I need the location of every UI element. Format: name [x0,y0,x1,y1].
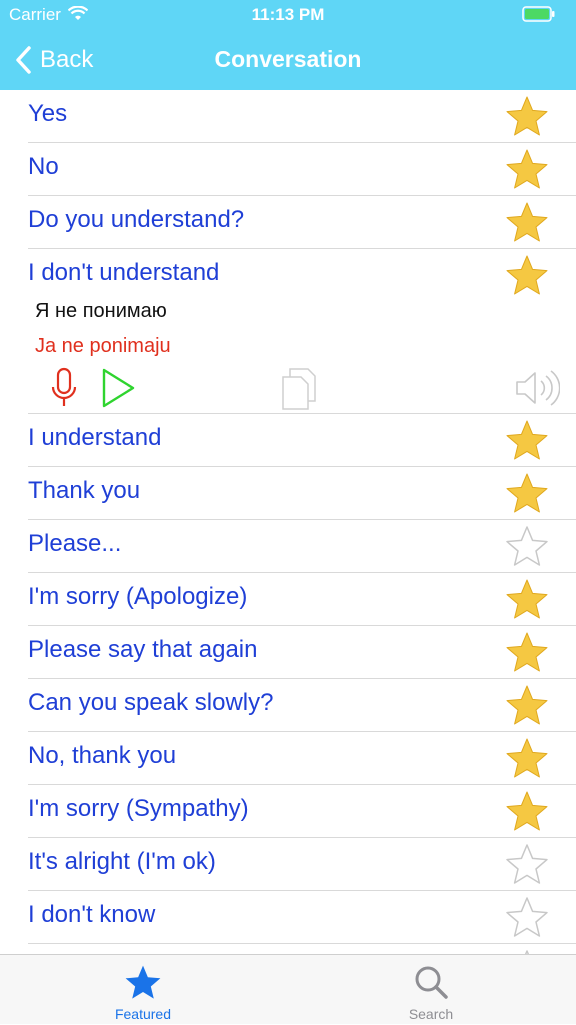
phrase-text: Please... [28,530,122,557]
star-filled-icon[interactable] [504,630,550,676]
phrase-row[interactable]: I'm sorry (Apologize) [28,573,576,626]
phrase-text: No [28,153,59,180]
tab-label: Featured [114,1006,172,1022]
phrase-text: I don't know [28,901,156,928]
status-bar: Carrier 11:13 PM [0,0,576,30]
phrase-row[interactable]: Can you speak slowly? [28,679,576,732]
phrase-row[interactable]: I'm sorry (Sympathy) [28,785,576,838]
star-filled-icon[interactable] [504,147,550,193]
star-filled-icon[interactable] [504,789,550,835]
phrase-actions [28,367,576,410]
copy-icon[interactable] [280,367,318,416]
speaker-icon[interactable] [514,367,561,414]
magnifier-icon [411,963,451,1003]
phrase-row[interactable] [28,944,576,954]
phrase-row[interactable]: Do you understand? [28,196,576,249]
star-filled-icon[interactable] [504,418,550,464]
phrase-row[interactable]: Thank you [28,467,576,520]
star-filled-icon[interactable] [504,253,550,299]
star-outline-icon[interactable] [504,842,550,888]
phrase-row[interactable]: It's alright (I'm ok) [28,838,576,891]
phrase-row[interactable]: Please say that again [28,626,576,679]
star-filled-icon[interactable] [504,471,550,517]
star-outline-icon[interactable] [504,524,550,570]
phrase-text: It's alright (I'm ok) [28,848,216,875]
phrase-list[interactable]: Yes No Do you understand? I don't understan… [0,90,576,954]
tab-bar: Featured Search [0,954,576,1024]
transliteration-text: Ja ne ponimaju [35,335,171,357]
star-icon [123,963,163,1003]
star-filled-icon[interactable] [504,683,550,729]
tab-featured[interactable]: Featured [63,955,223,1025]
battery-icon [522,6,556,27]
tab-label: Search [408,1006,454,1022]
phrase-row[interactable]: I don't know [28,891,576,944]
play-icon[interactable] [100,367,136,414]
phrase-text: Do you understand? [28,206,245,233]
phrase-text: Thank you [28,477,141,504]
status-time: 11:13 PM [251,5,325,24]
star-outline-icon[interactable] [504,895,550,941]
star-filled-icon[interactable] [504,94,550,140]
navigation-bar: Back Conversation [0,30,576,90]
page-title: Conversation [214,46,362,72]
translation-text: Я не понимаю [35,300,167,322]
phrase-text: Please say that again [28,636,258,663]
star-filled-icon[interactable] [504,577,550,623]
phrase-row[interactable]: No, thank you [28,732,576,785]
phrase-text: I understand [28,424,162,451]
header-bar: Carrier 11:13 PM Back Conversation [0,0,576,90]
star-filled-icon[interactable] [504,200,550,246]
phrase-row[interactable]: No [28,143,576,196]
microphone-icon[interactable] [50,367,78,414]
phrase-text: Yes [28,100,68,127]
phrase-text: I'm sorry (Apologize) [28,583,248,610]
phrase-row[interactable]: Yes [28,90,576,143]
phrase-text: I don't understand [28,259,220,286]
phrase-text: No, thank you [28,742,177,769]
tab-search[interactable]: Search [351,955,511,1025]
phrase-text: I'm sorry (Sympathy) [28,795,249,822]
star-filled-icon[interactable] [504,736,550,782]
phrase-row[interactable]: I don't understand Я не понимаю Ja ne poni… [28,249,576,414]
phrase-row[interactable]: Please... [28,520,576,573]
phrase-text: Can you speak slowly? [28,689,274,716]
phrase-row[interactable]: I understand [28,414,576,467]
